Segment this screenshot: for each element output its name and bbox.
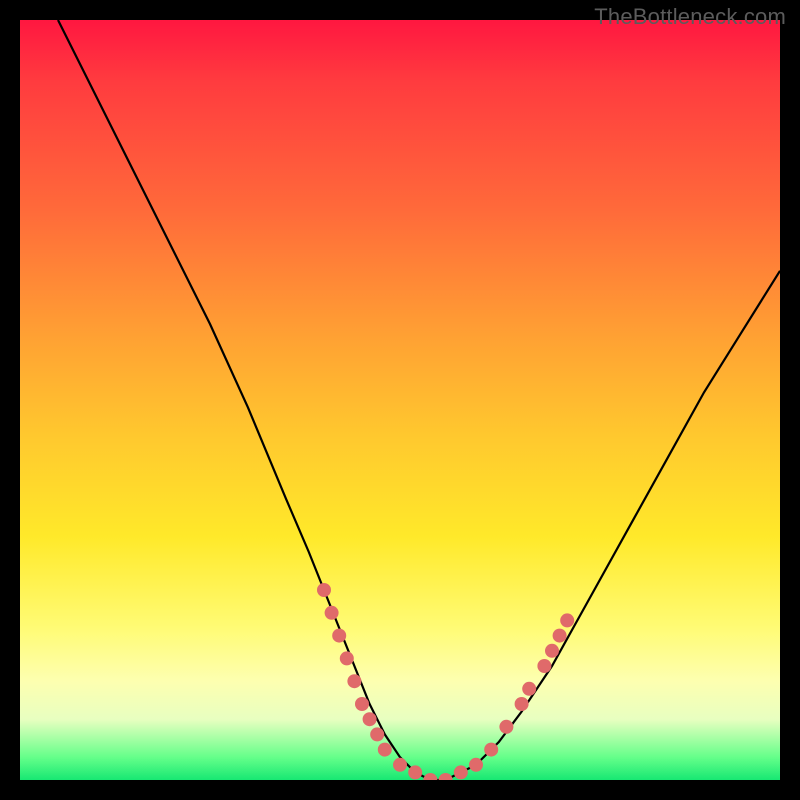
watermark-text: TheBottleneck.com [594, 4, 786, 30]
curve-marker [317, 583, 331, 597]
curve-markers-group [317, 583, 574, 780]
curve-marker [469, 758, 483, 772]
curve-marker [484, 743, 498, 757]
bottleneck-curve-line [58, 20, 780, 780]
curve-marker [553, 629, 567, 643]
curve-marker [439, 773, 453, 780]
curve-marker [515, 697, 529, 711]
curve-marker [560, 613, 574, 627]
curve-marker [340, 651, 354, 665]
curve-marker [332, 629, 346, 643]
curve-marker [355, 697, 369, 711]
curve-marker [423, 773, 437, 780]
curve-marker [325, 606, 339, 620]
curve-marker [370, 727, 384, 741]
curve-marker [408, 765, 422, 779]
curve-marker [347, 674, 361, 688]
curve-marker [363, 712, 377, 726]
curve-marker [537, 659, 551, 673]
chart-frame [20, 20, 780, 780]
curve-marker [393, 758, 407, 772]
bottleneck-chart [20, 20, 780, 780]
curve-marker [499, 720, 513, 734]
curve-marker [545, 644, 559, 658]
curve-marker [378, 743, 392, 757]
curve-marker [454, 765, 468, 779]
curve-marker [522, 682, 536, 696]
